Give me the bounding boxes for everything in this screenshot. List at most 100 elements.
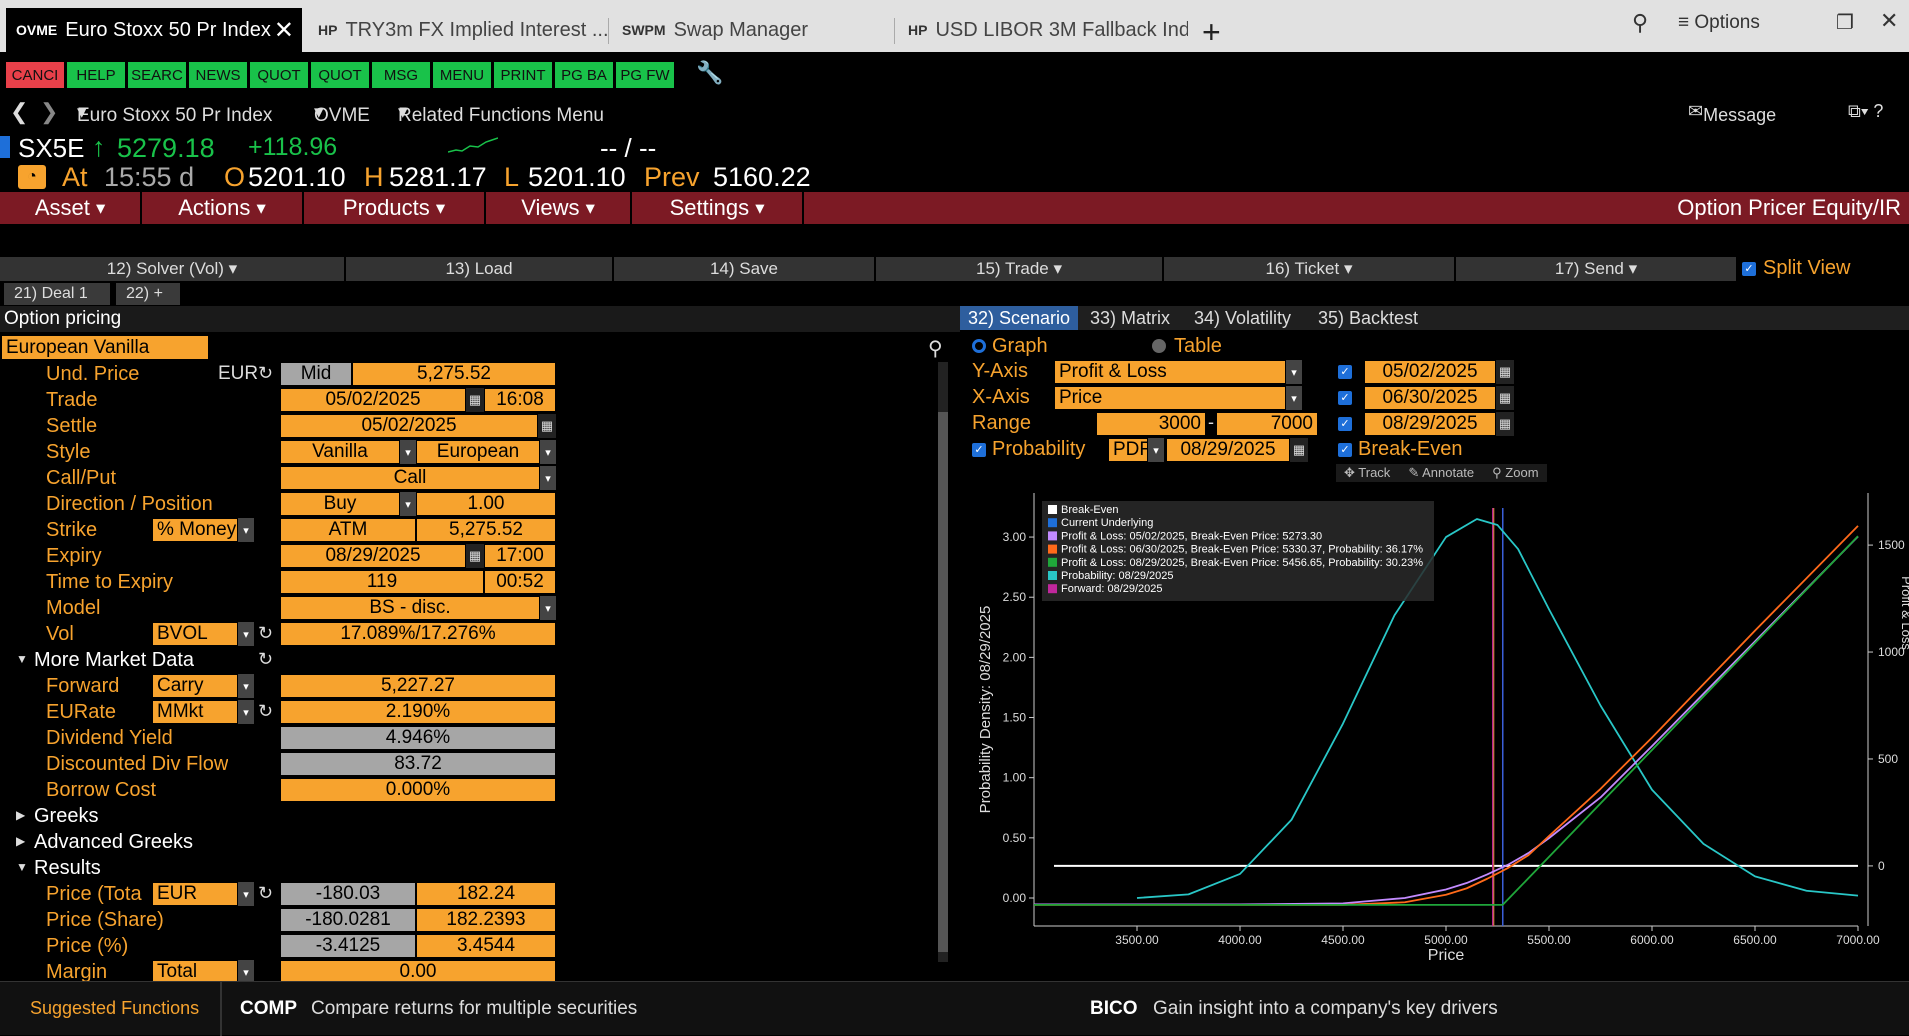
calendar-icon[interactable]: ▦ xyxy=(1496,360,1514,384)
vol-source-select[interactable]: BVOL xyxy=(152,622,238,646)
strike-mode-select[interactable]: % Money xyxy=(152,518,238,542)
probability-date-input[interactable]: 08/29/2025 xyxy=(1166,438,1290,462)
date2-input[interactable]: 06/30/2025 xyxy=(1364,386,1496,410)
trade-button[interactable]: 15) Trade ▾ xyxy=(876,257,1164,281)
tab-volatility[interactable]: 34) Volatility xyxy=(1186,306,1299,330)
solver-button[interactable]: 12) Solver (Vol) ▾ xyxy=(0,257,346,281)
price-currency-select[interactable]: EUR xyxy=(152,882,238,906)
function-key-menu[interactable]: MENU xyxy=(433,62,491,88)
chevron-down-icon[interactable]: ▾ xyxy=(238,700,254,724)
calendar-icon[interactable]: ▦ xyxy=(1290,438,1308,462)
eurate-mode-select[interactable]: MMkt xyxy=(152,700,238,724)
expiry-date-input[interactable]: 08/29/2025 xyxy=(280,544,466,568)
tte-days-input[interactable]: 119 xyxy=(280,570,484,594)
zoom-search-icon[interactable]: ⚲ xyxy=(928,336,943,361)
menu-products[interactable]: Products ▾ xyxy=(304,192,486,224)
new-tab-button[interactable]: + xyxy=(1202,14,1221,51)
chevron-down-icon[interactable]: ▾ xyxy=(400,440,416,464)
suggestion-bico-code[interactable]: BICO xyxy=(1090,998,1138,1020)
security-selector[interactable]: Euro Stoxx 50 Pr Index ▾ xyxy=(77,101,272,126)
position-input[interactable]: 1.00 xyxy=(416,492,556,516)
eurate-input[interactable]: 2.190% xyxy=(280,700,556,724)
suggestion-bico-desc[interactable]: Gain insight into a company's key driver… xyxy=(1153,998,1498,1020)
chevron-down-icon[interactable]: ▾ xyxy=(1286,386,1302,410)
menu-settings[interactable]: Settings ▾ xyxy=(632,192,804,224)
chevron-down-icon[interactable]: ▾ xyxy=(540,596,556,620)
range-to-input[interactable]: 7000 xyxy=(1216,412,1318,436)
style-select[interactable]: Vanilla xyxy=(280,440,400,464)
function-key-searc[interactable]: SEARC xyxy=(128,62,186,88)
close-icon[interactable]: ✕ xyxy=(274,16,294,45)
greeks-row[interactable]: ▶ Greeks xyxy=(0,804,960,828)
date2-checkbox[interactable]: ✓ xyxy=(1338,391,1352,405)
tab-add-deal[interactable]: 22) + xyxy=(116,283,180,305)
function-key-print[interactable]: PRINT xyxy=(494,62,552,88)
function-key-help[interactable]: HELP xyxy=(67,62,125,88)
annotate-tool[interactable]: ✎ Annotate xyxy=(1408,465,1474,481)
function-selector[interactable]: OVME ▾ xyxy=(314,101,370,126)
save-button[interactable]: 14) Save xyxy=(614,257,876,281)
tab-ovme[interactable]: OVME Euro Stoxx 50 Pr Index ✕ xyxy=(6,8,302,52)
model-select[interactable]: BS - disc. xyxy=(280,596,540,620)
refresh-icon[interactable]: ↻ xyxy=(258,363,273,384)
graph-radio[interactable] xyxy=(972,339,986,353)
direction-select[interactable]: Buy xyxy=(280,492,400,516)
chevron-down-icon[interactable]: ▾ xyxy=(1148,438,1164,462)
function-key-news[interactable]: NEWS xyxy=(189,62,247,88)
chevron-down-icon[interactable]: ▾ xyxy=(1286,360,1302,384)
chevron-down-icon[interactable]: ▾ xyxy=(540,466,556,490)
calendar-icon[interactable]: ▦ xyxy=(466,388,484,412)
date1-checkbox[interactable]: ✓ xyxy=(1338,365,1352,379)
expiry-time-input[interactable]: 17:00 xyxy=(484,544,556,568)
more-market-data-row[interactable]: ▼ More Market Data ↻ xyxy=(0,648,960,672)
chevron-down-icon[interactable]: ▾ xyxy=(540,440,556,464)
suggestion-comp-desc[interactable]: Compare returns for multiple securities xyxy=(311,998,637,1020)
borrow-input[interactable]: 0.000% xyxy=(280,778,556,802)
zoom-tool[interactable]: ⚲ Zoom xyxy=(1492,465,1538,481)
strike-input[interactable]: 5,275.52 xyxy=(416,518,556,542)
menu-actions[interactable]: Actions ▾ xyxy=(142,192,304,224)
chevron-down-icon[interactable]: ▾ xyxy=(400,492,416,516)
tab-hp-usd[interactable]: HP USD LIBOR 3M Fallback Ind... xyxy=(898,8,1188,52)
price-side-field[interactable]: Mid xyxy=(280,362,352,386)
refresh-icon[interactable]: ↻ xyxy=(258,883,273,904)
load-button[interactable]: 13) Load xyxy=(346,257,614,281)
calendar-icon[interactable]: ▦ xyxy=(466,544,484,568)
restore-icon[interactable]: ❐ xyxy=(1836,10,1854,35)
tab-swpm[interactable]: SWPM Swap Manager xyxy=(612,8,892,52)
refresh-icon[interactable]: ↻ xyxy=(258,701,273,722)
date1-input[interactable]: 05/02/2025 xyxy=(1364,360,1496,384)
settle-date-input[interactable]: 05/02/2025 xyxy=(280,414,538,438)
window-close-icon[interactable]: ✕ xyxy=(1880,8,1898,34)
forward-input[interactable]: 5,227.27 xyxy=(280,674,556,698)
results-row[interactable]: ▼ Results xyxy=(0,856,960,880)
function-key-msg[interactable]: MSG xyxy=(372,62,430,88)
trade-time-input[interactable]: 16:08 xyxy=(484,388,556,412)
tab-backtest[interactable]: 35) Backtest xyxy=(1310,306,1426,330)
refresh-icon[interactable]: ↻ xyxy=(258,623,273,644)
menu-asset[interactable]: Asset ▾ xyxy=(0,192,142,224)
callput-select[interactable]: Call xyxy=(280,466,540,490)
tte-time-input[interactable]: 00:52 xyxy=(484,570,556,594)
trade-date-input[interactable]: 05/02/2025 xyxy=(280,388,466,412)
wrench-icon[interactable]: 🔧 xyxy=(696,60,723,86)
probability-checkbox[interactable]: ✓ xyxy=(972,443,986,457)
ticket-button[interactable]: 16) Ticket ▾ xyxy=(1164,257,1456,281)
search-icon[interactable]: ⚲ xyxy=(1632,10,1648,36)
product-selector[interactable]: European Vanilla xyxy=(2,336,208,359)
und-price-input[interactable]: 5,275.52 xyxy=(352,362,556,386)
function-key-canci[interactable]: CANCI xyxy=(6,62,64,88)
calendar-icon[interactable]: ▦ xyxy=(538,414,556,438)
split-view-checkbox[interactable]: ✓ xyxy=(1742,262,1756,276)
send-button[interactable]: 17) Send ▾ xyxy=(1456,257,1738,281)
calendar-icon[interactable]: ▦ xyxy=(1496,412,1514,436)
forward-mode-select[interactable]: Carry xyxy=(152,674,238,698)
refresh-icon[interactable]: ↻ xyxy=(258,649,273,670)
function-key-quot[interactable]: QUOT xyxy=(311,62,369,88)
table-radio[interactable] xyxy=(1152,339,1166,353)
track-tool[interactable]: ✥ Track xyxy=(1344,465,1390,481)
chevron-down-icon[interactable]: ▾ xyxy=(238,518,254,542)
yaxis-select[interactable]: Profit & Loss xyxy=(1054,360,1286,384)
probability-mode-select[interactable]: PDF xyxy=(1108,438,1148,462)
range-from-input[interactable]: 3000 xyxy=(1096,412,1206,436)
